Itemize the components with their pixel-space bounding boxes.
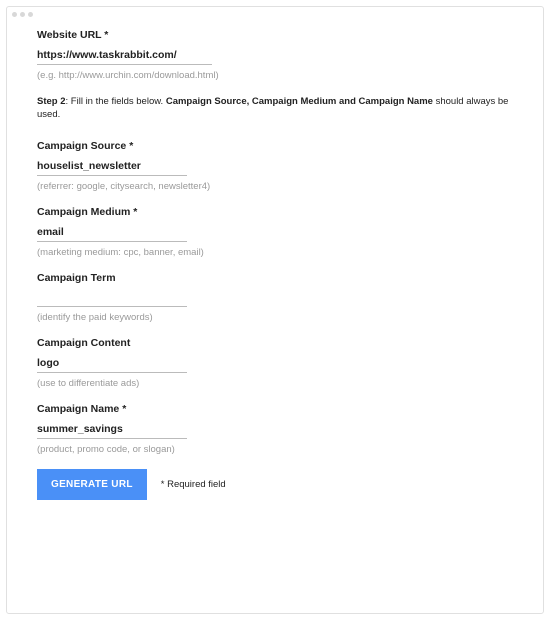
step2-instruction: Step 2: Fill in the fields below. Campai… <box>37 95 513 122</box>
campaign-name-input[interactable] <box>37 421 187 439</box>
campaign-term-hint: (identify the paid keywords) <box>37 312 513 323</box>
campaign-content-label: Campaign Content <box>37 337 513 349</box>
campaign-name-hint: (product, promo code, or slogan) <box>37 444 513 455</box>
campaign-medium-hint: (marketing medium: cpc, banner, email) <box>37 247 513 258</box>
website-url-input[interactable] <box>37 47 212 65</box>
window-dot-icon <box>12 12 17 17</box>
campaign-name-label: Campaign Name * <box>37 403 513 415</box>
website-url-label: Website URL * <box>37 29 513 41</box>
window-dot-icon <box>28 12 33 17</box>
required-field-note: * Required field <box>161 479 226 490</box>
form-content: Website URL * (e.g. http://www.urchin.co… <box>7 21 543 512</box>
submit-row: GENERATE URL * Required field <box>37 469 513 500</box>
window-titlebar <box>7 7 543 21</box>
campaign-term-label: Campaign Term <box>37 272 513 284</box>
step2-middle: : Fill in the fields below. <box>66 96 166 107</box>
campaign-content-hint: (use to differentiate ads) <box>37 378 513 389</box>
campaign-source-label: Campaign Source * <box>37 140 513 152</box>
url-builder-window: Website URL * (e.g. http://www.urchin.co… <box>6 6 544 614</box>
window-dot-icon <box>20 12 25 17</box>
campaign-name-group: Campaign Name * (product, promo code, or… <box>37 403 513 455</box>
website-url-hint: (e.g. http://www.urchin.com/download.htm… <box>37 70 513 81</box>
campaign-source-group: Campaign Source * (referrer: google, cit… <box>37 140 513 192</box>
campaign-medium-input[interactable] <box>37 224 187 242</box>
step2-prefix: Step 2 <box>37 96 66 107</box>
website-url-group: Website URL * (e.g. http://www.urchin.co… <box>37 29 513 81</box>
generate-url-button[interactable]: GENERATE URL <box>37 469 147 500</box>
campaign-term-input[interactable] <box>37 290 187 307</box>
campaign-medium-label: Campaign Medium * <box>37 206 513 218</box>
campaign-medium-group: Campaign Medium * (marketing medium: cpc… <box>37 206 513 258</box>
step2-bold: Campaign Source, Campaign Medium and Cam… <box>166 96 433 107</box>
campaign-source-hint: (referrer: google, citysearch, newslette… <box>37 181 513 192</box>
campaign-content-group: Campaign Content (use to differentiate a… <box>37 337 513 389</box>
campaign-term-group: Campaign Term (identify the paid keyword… <box>37 272 513 323</box>
campaign-content-input[interactable] <box>37 355 187 373</box>
campaign-source-input[interactable] <box>37 158 187 176</box>
